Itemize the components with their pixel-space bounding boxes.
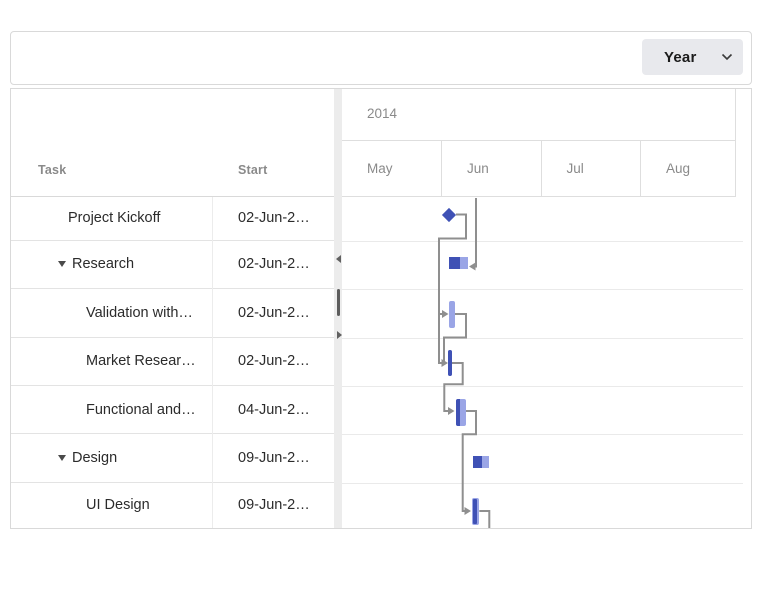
task-title: Market Resear… bbox=[86, 353, 196, 370]
gantt-toolbar: Year bbox=[10, 31, 752, 85]
task-table-header: Task Start bbox=[11, 89, 334, 197]
pane-splitter[interactable] bbox=[334, 89, 342, 528]
task-bar-ui-design[interactable] bbox=[471, 497, 480, 525]
task-table: Task Start Project Kickoff 02-Jun-2… Resea… bbox=[11, 89, 334, 528]
month-header-cell: Jun bbox=[442, 141, 542, 196]
splitter-handle[interactable] bbox=[336, 289, 340, 316]
task-row[interactable]: Market Resear… 02-Jun-2… bbox=[11, 337, 334, 386]
task-start-date: 04-Jun-2… bbox=[238, 401, 310, 418]
year-label: 2014 bbox=[367, 106, 398, 121]
month-label: Jun bbox=[467, 161, 489, 176]
dependency-line bbox=[443, 313, 467, 363]
timeline-header: 2014 May Jun Jul Aug bbox=[342, 89, 751, 197]
task-bar-market-research[interactable] bbox=[448, 350, 452, 377]
task-row[interactable]: Research 02-Jun-2… bbox=[11, 240, 334, 289]
collapse-toggle-icon[interactable] bbox=[58, 261, 66, 268]
collapse-toggle-icon[interactable] bbox=[58, 454, 66, 461]
task-title: Research bbox=[72, 256, 135, 273]
task-title: Functional and… bbox=[86, 401, 196, 418]
task-row[interactable]: Project Kickoff 02-Jun-2… bbox=[11, 197, 334, 241]
year-header-cell: 2014 bbox=[342, 89, 736, 141]
column-header-start: Start bbox=[238, 163, 268, 177]
dependency-arrow-icon bbox=[464, 507, 471, 515]
column-divider bbox=[212, 197, 213, 528]
summary-bar-research[interactable] bbox=[449, 257, 468, 270]
task-start-date: 09-Jun-2… bbox=[238, 449, 310, 466]
month-header-cell: Aug bbox=[641, 141, 736, 196]
task-row[interactable]: Functional and… 04-Jun-2… bbox=[11, 386, 334, 434]
progress-fill bbox=[456, 399, 461, 426]
column-header-task: Task bbox=[38, 163, 67, 177]
view-select-dropdown[interactable]: Year bbox=[642, 39, 743, 75]
task-start-date: 02-Jun-2… bbox=[238, 304, 310, 321]
page: Year Task Start Project Kickoff 02-Jun-2…… bbox=[0, 0, 763, 590]
task-start-date: 02-Jun-2… bbox=[238, 210, 310, 227]
month-header-cell: Jul bbox=[542, 141, 641, 196]
dependency-arrow-icon bbox=[448, 407, 455, 415]
chevron-down-icon bbox=[721, 53, 733, 61]
task-bar-validation-with[interactable] bbox=[449, 301, 455, 328]
summary-bar-design[interactable] bbox=[472, 456, 490, 468]
dependency-line bbox=[474, 198, 477, 268]
dependency-line bbox=[479, 510, 491, 528]
gantt-chart-area bbox=[342, 197, 743, 528]
gantt-widget: Task Start Project Kickoff 02-Jun-2… Resea… bbox=[10, 88, 752, 529]
task-start-date: 02-Jun-2… bbox=[238, 353, 310, 370]
task-title: Validation with… bbox=[86, 304, 193, 321]
month-label: May bbox=[367, 161, 393, 176]
task-title: Project Kickoff bbox=[68, 210, 161, 227]
month-label: Aug bbox=[666, 161, 691, 176]
progress-fill bbox=[448, 350, 452, 377]
progress-fill bbox=[449, 257, 461, 270]
task-start-date: 02-Jun-2… bbox=[238, 256, 310, 273]
month-label: Jul bbox=[566, 161, 584, 176]
task-title: Design bbox=[72, 449, 118, 466]
progress-fill bbox=[472, 498, 478, 524]
task-row[interactable]: UI Design 09-Jun-2… bbox=[11, 482, 334, 528]
task-row[interactable]: Design 09-Jun-2… bbox=[11, 434, 334, 483]
view-select-value: Year bbox=[664, 48, 697, 66]
task-bar-functional-and[interactable] bbox=[456, 399, 466, 426]
expand-right-icon[interactable] bbox=[336, 331, 342, 339]
task-row[interactable]: Validation with… 02-Jun-2… bbox=[11, 289, 334, 338]
dependency-lines bbox=[438, 198, 491, 528]
progress-fill bbox=[472, 456, 482, 468]
month-header-cell: May bbox=[342, 141, 442, 196]
dependency-arrow-icon bbox=[442, 310, 449, 318]
task-title: UI Design bbox=[86, 497, 150, 514]
dependency-arrow-icon bbox=[469, 262, 476, 271]
collapse-left-icon[interactable] bbox=[335, 255, 341, 263]
task-start-date: 09-Jun-2… bbox=[238, 497, 310, 514]
